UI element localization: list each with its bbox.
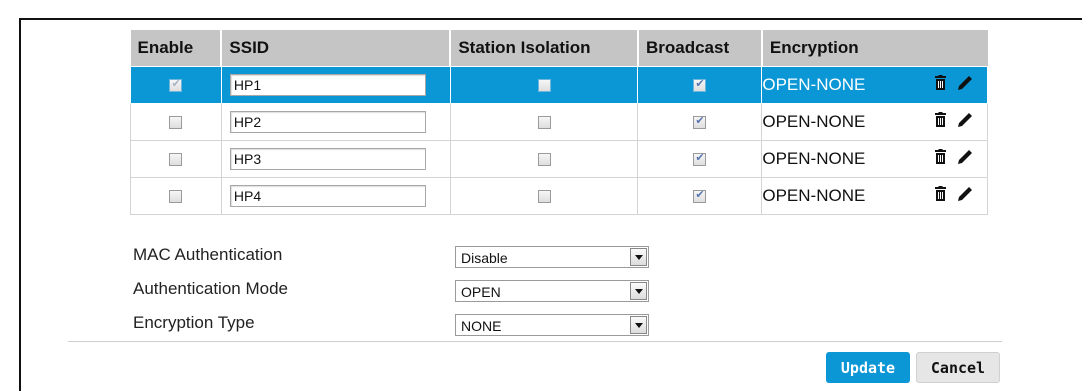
header-broadcast: Broadcast xyxy=(637,30,763,66)
station-isolation-cell xyxy=(449,102,639,141)
enable-checkbox[interactable] xyxy=(169,115,183,129)
encryption-value: OPEN-NONE xyxy=(762,111,866,131)
header-encryption: Encryption xyxy=(761,30,988,66)
station-isolation-cell xyxy=(449,176,639,215)
ssid-input[interactable] xyxy=(229,147,426,170)
trash-icon[interactable] xyxy=(934,74,947,91)
enable-cell xyxy=(130,102,222,141)
pencil-icon[interactable] xyxy=(957,186,973,202)
ssid-cell xyxy=(220,139,451,178)
chevron-down-icon[interactable] xyxy=(630,248,647,266)
enc-type-label: Encryption Type xyxy=(133,313,255,332)
broadcast-cell xyxy=(637,102,763,141)
cancel-button[interactable]: Cancel xyxy=(916,352,1000,383)
enable-cell xyxy=(130,139,222,178)
auth-mode-select[interactable]: OPEN xyxy=(455,280,649,302)
encryption-value: OPEN-NONE xyxy=(762,74,866,94)
ssid-cell xyxy=(220,102,451,141)
update-button[interactable]: Update xyxy=(826,352,910,383)
trash-icon[interactable] xyxy=(934,111,947,128)
table-row[interactable]: OPEN-NONE xyxy=(130,65,988,104)
chevron-down-icon[interactable] xyxy=(630,282,647,300)
enable-checkbox[interactable] xyxy=(169,77,183,92)
encryption-cell: OPEN-NONE xyxy=(761,139,988,178)
station-isolation-checkbox[interactable] xyxy=(537,78,551,92)
ssid-table: Enable SSID Station Isolation Broadcast … xyxy=(130,30,988,215)
ssid-input[interactable] xyxy=(229,184,426,207)
mac-auth-select[interactable]: Disable xyxy=(455,246,649,268)
station-isolation-cell xyxy=(449,139,639,178)
enable-checkbox[interactable] xyxy=(169,152,183,166)
chevron-down-icon[interactable] xyxy=(630,316,647,334)
mac-auth-value: Disable xyxy=(461,250,508,266)
table-row[interactable]: OPEN-NONE xyxy=(130,139,988,178)
trash-icon[interactable] xyxy=(934,185,947,202)
enc-type-value: NONE xyxy=(461,318,502,334)
broadcast-checkbox[interactable] xyxy=(693,114,707,129)
encryption-cell: OPEN-NONE xyxy=(761,176,988,215)
enable-cell xyxy=(130,176,222,215)
divider xyxy=(68,341,1002,342)
pencil-icon[interactable] xyxy=(957,112,973,128)
header-station-isolation: Station Isolation xyxy=(450,30,639,66)
broadcast-checkbox[interactable] xyxy=(693,151,707,166)
encryption-value: OPEN-NONE xyxy=(762,148,866,168)
station-isolation-checkbox[interactable] xyxy=(537,152,551,166)
enable-checkbox[interactable] xyxy=(169,189,183,203)
auth-mode-value: OPEN xyxy=(461,284,501,300)
station-isolation-checkbox[interactable] xyxy=(537,189,551,203)
ssid-cell xyxy=(220,176,451,215)
table-row[interactable]: OPEN-NONE xyxy=(130,176,988,215)
mac-auth-label: MAC Authentication xyxy=(133,245,283,264)
encryption-value: OPEN-NONE xyxy=(762,185,866,205)
ssid-input[interactable] xyxy=(229,73,426,96)
header-enable: Enable xyxy=(130,30,223,66)
broadcast-cell xyxy=(637,65,763,104)
broadcast-checkbox[interactable] xyxy=(693,188,707,203)
broadcast-cell xyxy=(637,139,763,178)
broadcast-checkbox[interactable] xyxy=(693,77,707,92)
pencil-icon[interactable] xyxy=(957,75,973,91)
table-row[interactable]: OPEN-NONE xyxy=(130,102,988,141)
ssid-cell xyxy=(220,65,451,104)
encryption-cell: OPEN-NONE xyxy=(761,102,988,141)
station-isolation-cell xyxy=(449,65,639,104)
enc-type-select[interactable]: NONE xyxy=(455,314,649,336)
enable-cell xyxy=(130,65,222,104)
header-ssid: SSID xyxy=(221,30,452,66)
trash-icon[interactable] xyxy=(934,148,947,165)
table-header-row: Enable SSID Station Isolation Broadcast … xyxy=(130,30,988,66)
station-isolation-checkbox[interactable] xyxy=(537,115,551,129)
pencil-icon[interactable] xyxy=(957,149,973,165)
ssid-input[interactable] xyxy=(229,110,426,133)
broadcast-cell xyxy=(637,176,763,215)
encryption-cell: OPEN-NONE xyxy=(761,65,988,104)
auth-mode-label: Authentication Mode xyxy=(133,279,288,298)
